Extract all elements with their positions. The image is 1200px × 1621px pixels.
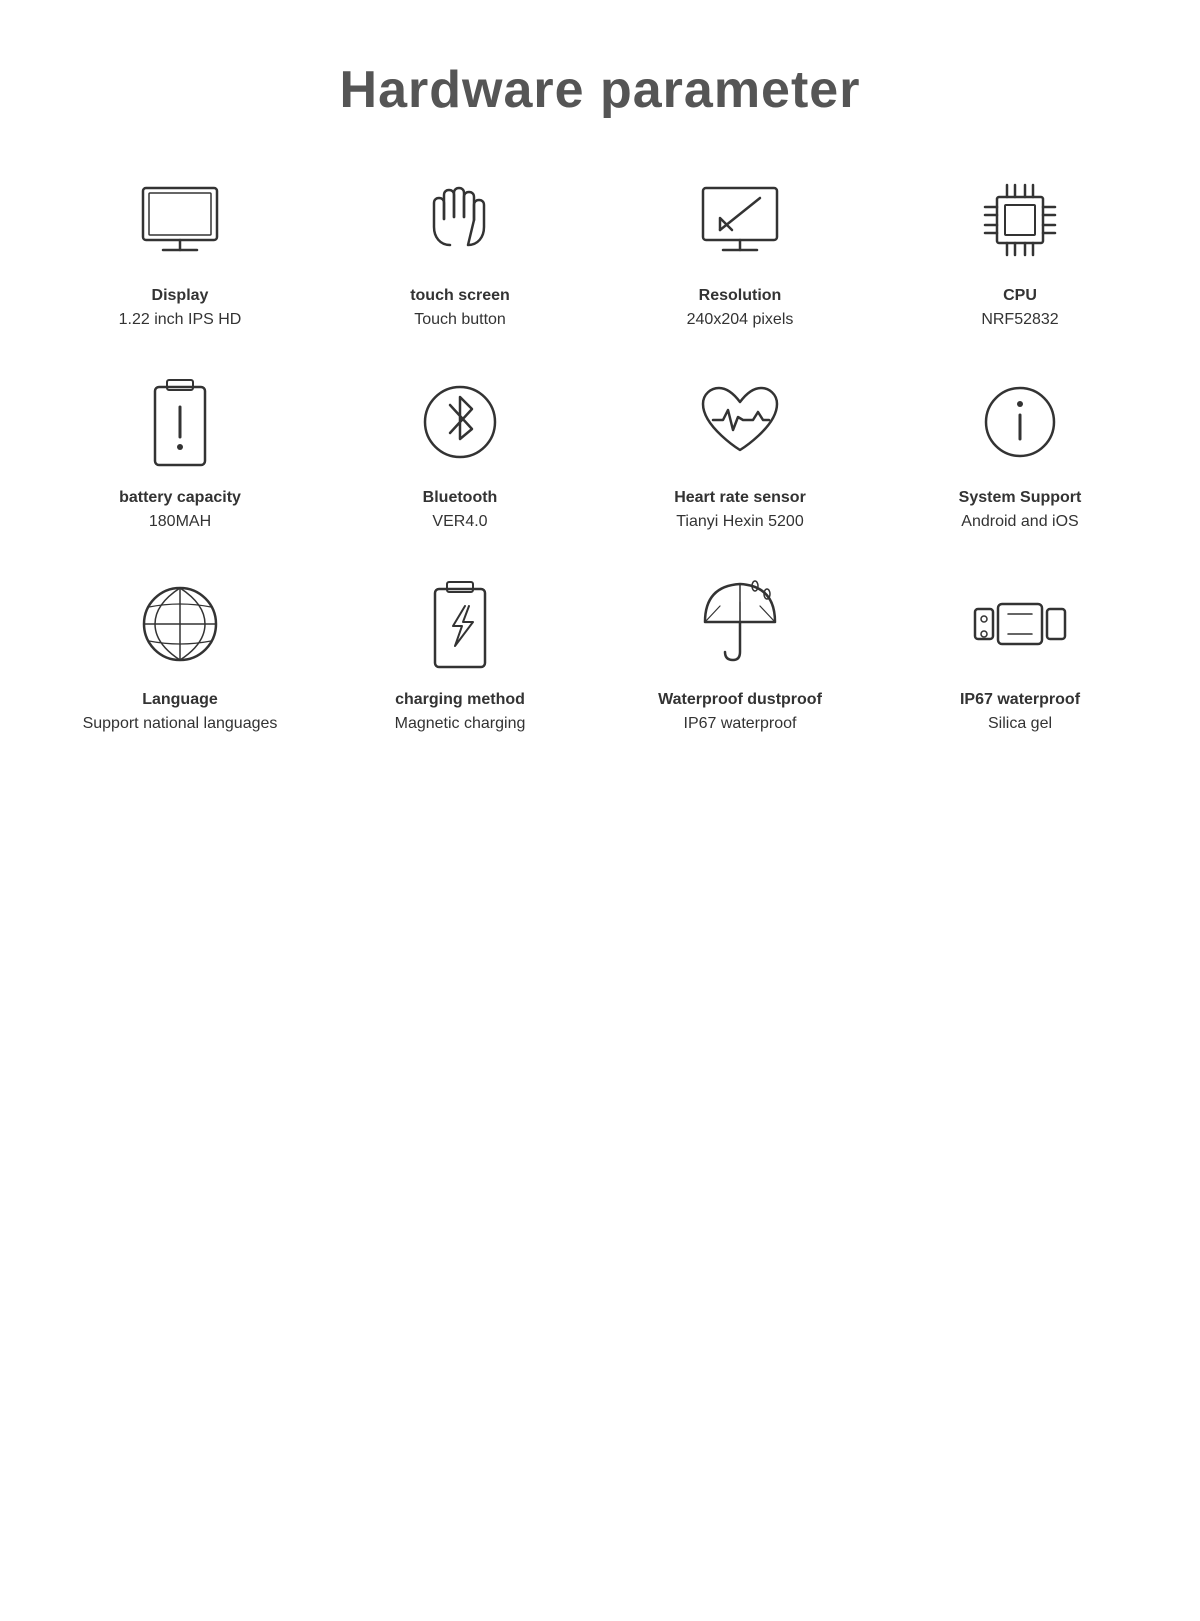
battery-label: battery capacity 180MAH bbox=[119, 486, 241, 534]
resolution-icon bbox=[685, 170, 795, 270]
display-label: Display 1.22 inch IPS HD bbox=[119, 284, 242, 332]
spec-language: Language Support national languages bbox=[55, 574, 305, 736]
page-title: Hardware parameter bbox=[340, 60, 861, 120]
display-icon bbox=[125, 170, 235, 270]
language-label: Language Support national languages bbox=[83, 688, 278, 736]
touch-label: touch screen Touch button bbox=[410, 284, 510, 332]
spec-cpu: CPU NRF52832 bbox=[895, 170, 1145, 332]
specs-grid: Display 1.22 inch IPS HD touch screen T bbox=[15, 170, 1185, 736]
bluetooth-label: Bluetooth VER4.0 bbox=[423, 486, 498, 534]
system-icon bbox=[965, 372, 1075, 472]
silica-icon bbox=[965, 574, 1075, 674]
bluetooth-icon bbox=[405, 372, 515, 472]
spec-silica: IP67 waterproof Silica gel bbox=[895, 574, 1145, 736]
spec-display: Display 1.22 inch IPS HD bbox=[55, 170, 305, 332]
touch-icon bbox=[405, 170, 515, 270]
spec-touch: touch screen Touch button bbox=[335, 170, 585, 332]
heart-label: Heart rate sensor Tianyi Hexin 5200 bbox=[674, 486, 806, 534]
language-icon bbox=[125, 574, 235, 674]
cpu-icon bbox=[965, 170, 1075, 270]
spec-heart: Heart rate sensor Tianyi Hexin 5200 bbox=[615, 372, 865, 534]
spec-charging: charging method Magnetic charging bbox=[335, 574, 585, 736]
battery-icon bbox=[125, 372, 235, 472]
spec-waterproof: Waterproof dustproof IP67 waterproof bbox=[615, 574, 865, 736]
waterproof-icon bbox=[685, 574, 795, 674]
waterproof-label: Waterproof dustproof IP67 waterproof bbox=[658, 688, 822, 736]
heart-icon bbox=[685, 372, 795, 472]
spec-battery: battery capacity 180MAH bbox=[55, 372, 305, 534]
silica-label: IP67 waterproof Silica gel bbox=[960, 688, 1080, 736]
system-label: System Support Android and iOS bbox=[959, 486, 1082, 534]
resolution-label: Resolution 240x204 pixels bbox=[687, 284, 794, 332]
charging-label: charging method Magnetic charging bbox=[395, 688, 526, 736]
spec-bluetooth: Bluetooth VER4.0 bbox=[335, 372, 585, 534]
spec-resolution: Resolution 240x204 pixels bbox=[615, 170, 865, 332]
charging-icon bbox=[405, 574, 515, 674]
spec-system: System Support Android and iOS bbox=[895, 372, 1145, 534]
cpu-label: CPU NRF52832 bbox=[981, 284, 1058, 332]
